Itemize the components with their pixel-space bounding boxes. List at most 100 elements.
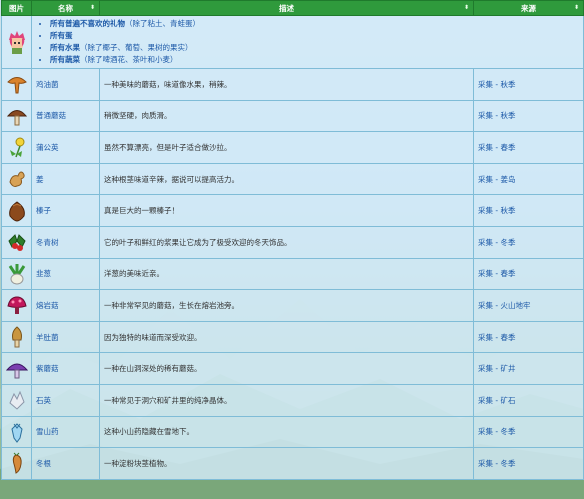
table-row: 熔岩菇 一种非常罕见的蘑菇，生长在熔岩池旁。 采集 - 火山地牢 — [1, 289, 584, 322]
item-name-link[interactable]: 雪山药 — [31, 415, 100, 449]
item-description: 一种在山洞深处的稀有蘑菇。 — [99, 352, 474, 385]
table-row: 冬青树 它的叶子和鲜红的浆果让它成为了极受欢迎的冬天饰品。 采集 - 冬季 — [1, 225, 584, 259]
header-image: 图片 — [1, 0, 32, 16]
item-image — [1, 68, 32, 101]
universal-row: 所有普遍不喜欢的礼物（除了粘土、青蛙蛋）所有蛋所有水果（除了椰子、葡萄、果树的果… — [1, 15, 584, 69]
item-description: 虽然不算漂亮，但是叶子适合做沙拉。 — [99, 131, 474, 164]
table-row: 姜这种根茎味道辛辣，据说可以提高活力。 采集 - 姜岛 — [1, 162, 584, 196]
header-source[interactable]: 来源 ⬍ — [473, 0, 584, 16]
item-description: 一种淀粉块茎植物。 — [99, 447, 474, 480]
table-row: 羊肚菌 因为独特的味道而深受欢迎。 采集 - 春季 — [1, 320, 584, 354]
table-row: 鸡油菌 一种美味的蘑菇，味道像水果，稍辣。 采集 - 秋季 — [1, 68, 584, 101]
snow-yam-icon — [10, 423, 23, 443]
chanterelle-icon — [6, 77, 27, 94]
item-source-link[interactable]: 采集 - 矿井 — [473, 352, 584, 385]
universal-list-item: 所有普遍不喜欢的礼物（除了粘土、青蛙蛋） — [50, 18, 583, 30]
item-name-link[interactable]: 石英 — [31, 383, 100, 417]
item-image — [1, 194, 32, 227]
item-source-link[interactable]: 采集 - 冬季 — [473, 447, 584, 480]
universal-list-item: 所有水果（除了椰子、葡萄、果树的果实） — [50, 42, 583, 54]
item-name-link[interactable]: 羊肚菌 — [31, 320, 100, 354]
purple-mushroom-icon — [5, 363, 28, 379]
universal-category-link[interactable]: 所有蔬菜 — [50, 55, 80, 64]
item-source-link[interactable]: 采集 - 秋季 — [473, 194, 584, 227]
leek-icon — [8, 263, 25, 285]
universal-category-note: （除了椰子、葡萄、果树的果实） — [80, 43, 193, 52]
item-source-link[interactable]: 采集 - 冬季 — [473, 415, 584, 449]
magma-cap-icon — [6, 296, 27, 315]
item-source-link[interactable]: 采集 - 春季 — [473, 320, 584, 354]
universal-category-link[interactable]: 所有普遍不喜欢的礼物 — [50, 19, 125, 28]
item-source-link[interactable]: 采集 - 火山地牢 — [473, 289, 584, 322]
universal-list-item: 所有蔬菜（除了啤酒花、茶叶和小麦） — [50, 54, 583, 66]
item-description: 一种美味的蘑菇，味道像水果，稍辣。 — [99, 68, 474, 101]
item-description: 因为独特的味道而深受欢迎。 — [99, 320, 474, 354]
item-image — [1, 225, 32, 259]
villager-portrait-icon — [8, 31, 25, 54]
item-name-link[interactable]: 熔岩菇 — [31, 289, 100, 322]
item-description: 洋葱的美味近亲。 — [99, 257, 474, 291]
universal-list-item: 所有蛋 — [50, 30, 583, 42]
item-source-link[interactable]: 采集 - 春季 — [473, 131, 584, 164]
item-source-link[interactable]: 采集 - 冬季 — [473, 225, 584, 259]
item-image — [1, 99, 32, 133]
table-row: 石英 一种常见于洞穴和矿井里的纯净晶体。 采集 - 矿石 — [1, 383, 584, 417]
common-mushroom-icon — [6, 109, 27, 126]
item-name-link[interactable]: 榛子 — [31, 194, 100, 227]
sort-icon[interactable]: ⬍ — [574, 4, 579, 11]
item-source-link[interactable]: 采集 - 秋季 — [473, 99, 584, 133]
quartz-icon — [8, 390, 25, 410]
item-source-link[interactable]: 采集 - 姜岛 — [473, 162, 584, 196]
ginger-icon — [8, 171, 25, 188]
universal-category-link[interactable]: 所有水果 — [50, 43, 80, 52]
item-name-link[interactable]: 韭葱 — [31, 257, 100, 291]
item-name-link[interactable]: 鸡油菌 — [31, 68, 100, 101]
item-image — [1, 447, 32, 480]
item-source-link[interactable]: 采集 - 矿石 — [473, 383, 584, 417]
item-name-link[interactable]: 冬青树 — [31, 225, 100, 259]
universal-list: 所有普遍不喜欢的礼物（除了粘土、青蛙蛋）所有蛋所有水果（除了椰子、葡萄、果树的果… — [36, 18, 583, 66]
item-description: 稍微坚硬，肉质滑。 — [99, 99, 474, 133]
hazelnut-icon — [8, 201, 25, 222]
villager-portrait — [1, 15, 32, 69]
universal-category-note: （除了啤酒花、茶叶和小麦） — [80, 55, 178, 64]
sort-icon[interactable]: ⬍ — [464, 4, 469, 11]
item-image — [1, 415, 32, 449]
item-name-link[interactable]: 紫蘑菇 — [31, 352, 100, 385]
gift-table: 图片 名称⬍ 描述⬍ 来源⬍ 所有普遍不喜欢的礼物（除了粘土、青蛙蛋）所有蛋所有… — [1, 0, 584, 480]
item-name-link[interactable]: 冬根 — [31, 447, 100, 480]
morel-icon — [11, 326, 22, 348]
universal-category-link[interactable]: 所有蛋 — [50, 31, 73, 40]
winter-root-icon — [12, 453, 22, 475]
item-source-link[interactable]: 采集 - 秋季 — [473, 68, 584, 101]
item-name-link[interactable]: 蒲公英 — [31, 131, 100, 164]
item-image — [1, 383, 32, 417]
item-description: 一种常见于洞穴和矿井里的纯净晶体。 — [99, 383, 474, 417]
item-image — [1, 131, 32, 164]
table-row: 普通蘑菇 稍微坚硬，肉质滑。 采集 - 秋季 — [1, 99, 584, 133]
item-name-link[interactable]: 姜 — [31, 162, 100, 196]
item-image — [1, 352, 32, 385]
table-row: 冬根 一种淀粉块茎植物。 采集 - 冬季 — [1, 447, 584, 480]
header-name[interactable]: 名称 ⬍ — [31, 0, 100, 16]
table-row: 雪山药 这种小山药隐藏在雪地下。 采集 - 冬季 — [1, 415, 584, 449]
item-image — [1, 320, 32, 354]
table-row: 蒲公英 虽然不算漂亮，但是叶子适合做沙拉。 采集 - 春季 — [1, 131, 584, 164]
header-desc[interactable]: 描述 ⬍ — [99, 0, 474, 16]
item-description: 这种根茎味道辛辣，据说可以提高活力。 — [99, 162, 474, 196]
header-row: 图片 名称 ⬍ 描述 ⬍ 来源 ⬍ — [1, 0, 584, 16]
table-row: 韭葱 洋葱的美味近亲。 采集 - 春季 — [1, 257, 584, 291]
universal-list-cell: 所有普遍不喜欢的礼物（除了粘土、青蛙蛋）所有蛋所有水果（除了椰子、葡萄、果树的果… — [31, 15, 584, 69]
item-image — [1, 289, 32, 322]
holly-icon — [7, 234, 26, 252]
table-row: 榛子 真是巨大的一颗榛子！ 采集 - 秋季 — [1, 194, 584, 227]
item-description: 这种小山药隐藏在雪地下。 — [99, 415, 474, 449]
table-row: 紫蘑菇 一种在山洞深处的稀有蘑菇。 采集 - 矿井 — [1, 352, 584, 385]
item-source-link[interactable]: 采集 - 春季 — [473, 257, 584, 291]
item-description: 它的叶子和鲜红的浆果让它成为了极受欢迎的冬天饰品。 — [99, 225, 474, 259]
sort-icon[interactable]: ⬍ — [90, 4, 95, 11]
item-image — [1, 162, 32, 196]
item-name-link[interactable]: 普通蘑菇 — [31, 99, 100, 133]
item-description: 一种非常罕见的蘑菇，生长在熔岩池旁。 — [99, 289, 474, 322]
dandelion-icon — [9, 137, 24, 158]
